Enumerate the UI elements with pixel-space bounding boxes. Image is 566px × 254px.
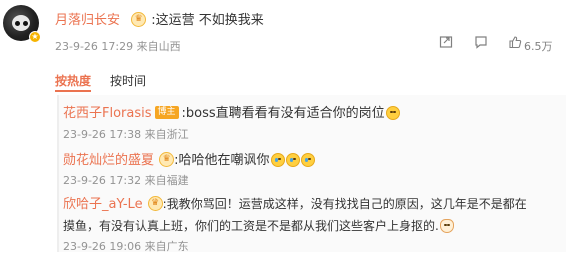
like-icon[interactable] [508,35,522,52]
crown-icon: ♛ [159,152,175,167]
reply-username[interactable]: 勋花灿烂的盛夏 [63,153,154,168]
reply-text-line1: :我教你骂回！运营成这样，没有找找自己的原因，这几年是不是都在 [162,197,527,211]
tears-of-joy-icon [270,152,285,167]
reply-location: 来自广东 [144,240,189,253]
reply-1: 花西子Florasis 博主:boss直聘看看有没有适合你的岗位 [63,102,400,121]
crown-icon: ♛ [147,196,163,211]
comment-location: 来自山西 [136,40,181,53]
reply-time: 23-9-26 19:06 [63,240,142,253]
comment-time: 23-9-26 17:29 [55,40,134,53]
crown-icon: ♛ [131,12,147,27]
reply-time: 23-9-26 17:38 [63,128,142,141]
blogger-badge: 博主 [154,106,179,119]
comment-text: :这运营 不如换我来 [151,13,264,28]
reply-text-line2: 摸鱼，有没有认真上班，你们的工资是不是都从我们这些客户上身抠的. [63,219,439,233]
reply-text: :boss直聘看看有没有适合你的岗位 [181,106,385,121]
reply-3: 欣哈子_aY-Le ♛:我教你骂回！运营成这样，没有找找自己的原因，这几年是不是… [63,193,527,212]
reply-time: 23-9-26 17:32 [63,174,142,187]
comment-icon[interactable] [474,35,488,52]
reply-username[interactable]: 欣哈子_aY-Le [63,197,143,212]
tab-by-time[interactable]: 按时间 [110,72,146,89]
sort-tabs: 按热度 按时间 [55,60,545,88]
reply-username[interactable]: 花西子Florasis [63,106,152,121]
reply-location: 来自浙江 [144,128,189,141]
reply-2: 勋花灿烂的盛夏 ♛:哈哈他在嘲讽你 [63,149,315,168]
grin-face-icon [385,105,400,120]
comment-username[interactable]: 月落归长安 [55,13,120,28]
share-icon[interactable] [439,35,453,52]
reply-text: :哈哈他在嘲讽你 [174,153,270,168]
cat-face-icon [439,218,454,233]
tab-indicator [55,90,91,92]
reply-location: 来自福建 [144,174,189,187]
tab-by-hot[interactable]: 按热度 [55,72,91,89]
tears-of-joy-icon [300,152,315,167]
tears-of-joy-icon [285,152,300,167]
like-count: 6.5万 [524,40,553,53]
verified-badge-icon: ★ [29,31,41,43]
